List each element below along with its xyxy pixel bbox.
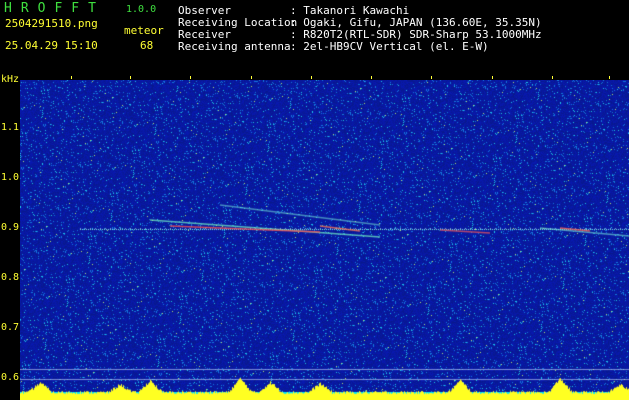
freq-unit: kHz: [1, 74, 20, 85]
mode-count: 68: [140, 39, 154, 52]
app-name: HROFFT: [4, 1, 105, 16]
freq-tick-label: 0.8: [0, 272, 19, 283]
file-name: 2504291510.png: [5, 17, 98, 30]
freq-tick-label: 0.9: [0, 222, 19, 233]
header-panel: HROFFT 1.0.0 2504291510.png 25.04.29 15:…: [0, 0, 629, 66]
file-datetime: 25.04.29 15:10: [5, 39, 98, 52]
spectrogram: [20, 80, 629, 400]
freq-tick-label: 0.6: [0, 372, 19, 383]
freq-tick-label: 1.0: [0, 172, 19, 183]
frequency-axis: kHz 1.1 1.0 0.9 0.8 0.7 0.6: [0, 66, 20, 400]
freq-tick-label: 1.1: [0, 122, 19, 133]
freq-tick-label: 0.7: [0, 322, 19, 333]
app-version: 1.0.0: [126, 4, 157, 15]
mode-label: meteor: [124, 24, 164, 37]
antenna-value: : 2el-HB9CV Vertical (el. E-W): [290, 40, 489, 53]
antenna-key: Receiving antenna: [178, 40, 291, 53]
